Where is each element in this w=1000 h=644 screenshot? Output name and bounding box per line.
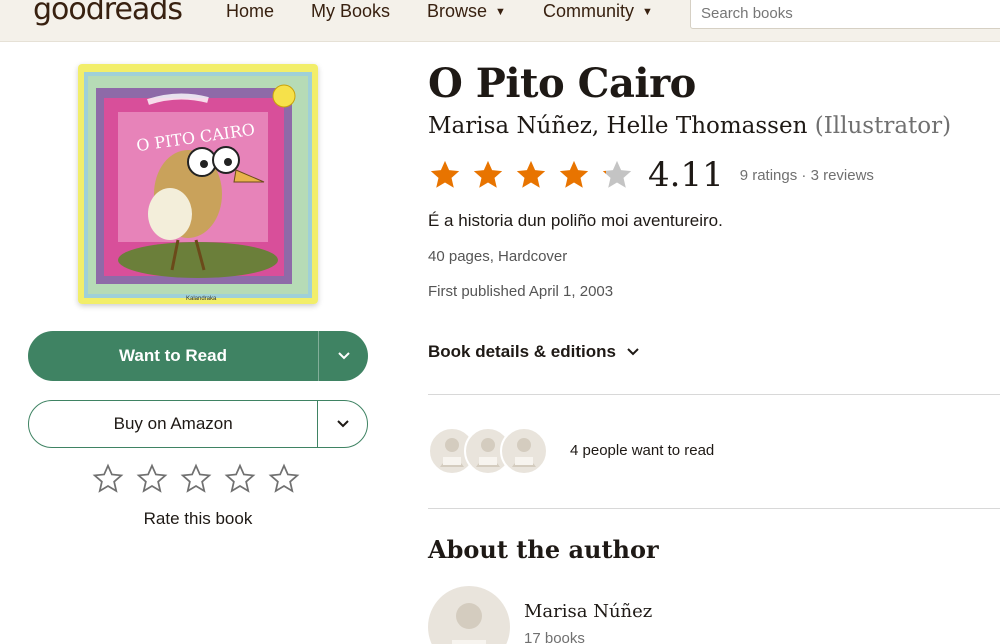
rate-this-book-label: Rate this book [143,509,253,528]
nav-browse[interactable]: Browse ▼ [427,0,506,23]
nav-browse-label: Browse [427,1,488,21]
book-details-toggle[interactable]: Book details & editions [428,342,640,362]
illustrator-role: (Illustrator) [814,113,952,139]
book-cover[interactable]: O PITO CAIRO Kalandraka [78,64,318,304]
shelf-dropdown-button[interactable] [318,331,368,381]
chevron-down-icon [627,348,639,356]
rating-star-5-icon [602,160,632,188]
about-author-heading: About the author [428,535,659,564]
search-box [690,0,1000,29]
author-name[interactable]: Marisa Núñez [524,601,652,622]
book-description: É a historia dun poliño moi aventureiro. [428,211,723,230]
buy-on-amazon-button[interactable]: Buy on Amazon [28,400,368,448]
nav-community[interactable]: Community ▼ [543,0,653,23]
rating-star-4-icon [559,160,589,188]
average-rating-stars [428,158,634,192]
author-separator: , [591,113,607,139]
search-input[interactable] [691,0,1000,28]
nav-community-label: Community [543,1,635,21]
ratings-reviews-count[interactable]: 9 ratings · 3 reviews [740,167,874,184]
want-to-read-count[interactable]: 4 people want to read [570,442,714,459]
book-authors: Marisa Núñez, Helle Thomassen (Illustrat… [428,113,951,139]
want-to-read-label[interactable]: Want to Read [28,331,318,381]
cover-publisher-text: Kalandraka [186,296,217,302]
nav-my-books[interactable]: My Books [311,0,390,22]
average-rating-value: 4.11 [648,155,724,195]
author-link[interactable]: Marisa Núñez [428,113,592,139]
rating-star-2-icon [473,160,503,188]
chevron-down-icon [337,352,350,360]
buy-on-amazon-label[interactable]: Buy on Amazon [29,401,317,447]
caret-down-icon: ▼ [642,6,653,18]
average-rating-row: 4.11 9 ratings · 3 reviews [428,155,874,195]
top-nav-bar: goodreads Home My Books Browse ▼ Communit… [0,0,1000,42]
author-avatar[interactable] [428,586,510,644]
first-published: First published April 1, 2003 [428,283,614,300]
pages-format: 40 pages, Hardcover [428,248,568,265]
chevron-down-icon [336,420,349,428]
cover-illustration: O PITO CAIRO Kalandraka [78,64,318,304]
buy-options-dropdown-button[interactable] [317,401,367,447]
rating-star-1-icon [430,160,460,188]
reader-avatars[interactable] [428,427,552,475]
section-divider [428,508,1000,509]
reader-avatar-icon [500,427,548,475]
rate-stars [92,463,300,495]
goodreads-logo[interactable]: goodreads [33,0,183,27]
illustrator-link[interactable]: Helle Thomassen [607,113,808,139]
book-details-label: Book details & editions [428,342,616,361]
rate-star-5-icon[interactable] [268,463,300,495]
rate-star-2-icon[interactable] [136,463,168,495]
author-avatar-icon [452,603,486,644]
want-to-read-button[interactable]: Want to Read [28,331,368,381]
section-divider [428,394,1000,395]
rate-star-3-icon[interactable] [180,463,212,495]
rate-star-4-icon[interactable] [224,463,256,495]
nav-home[interactable]: Home [226,0,274,22]
caret-down-icon: ▼ [495,6,506,18]
rate-star-1-icon[interactable] [92,463,124,495]
author-book-count: 17 books [524,630,585,644]
rating-star-3-icon [516,160,546,188]
book-title: O Pito Cairo [428,60,696,107]
